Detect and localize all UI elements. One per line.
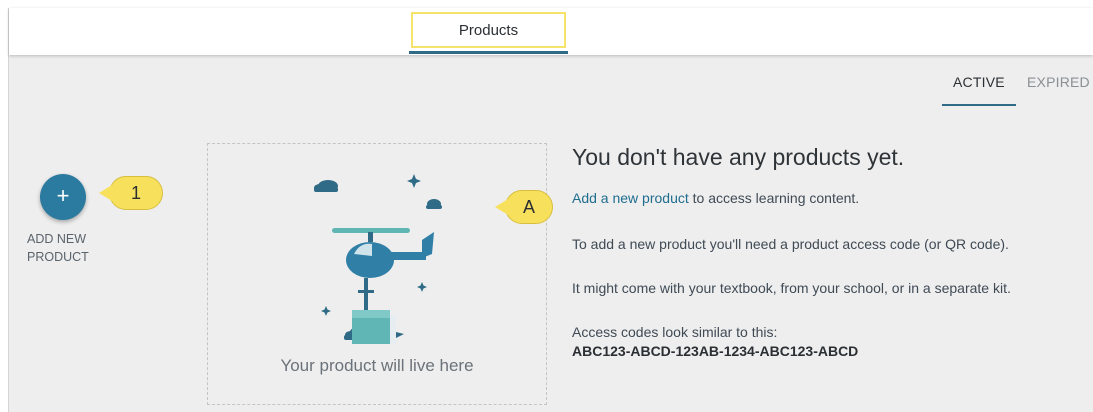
callout-1-text: 1 [130,182,141,203]
link-suffix-text: to access learning content. [688,190,860,206]
add-new-product-label[interactable]: ADD NEW PRODUCT [27,230,97,266]
add-new-product-button[interactable]: + [40,174,86,220]
placeholder-caption: Your product will live here [280,356,474,375]
add-new-product-link[interactable]: Add a new product [572,190,689,206]
tab-products-underline [409,51,568,54]
access-code-label: Access codes look similar to this: [572,324,778,340]
empty-state-title: You don't have any products yet. [572,144,905,170]
product-placeholder: Your product will live here [207,143,547,405]
helicopter-illustration [314,174,442,344]
top-bar: Products [9,8,1093,55]
callout-marker-1: 1 [99,176,163,210]
callout-a-text: A [522,196,535,217]
callout-marker-a: A [495,190,553,224]
tab-products[interactable]: Products [411,12,566,48]
plus-icon: + [56,183,70,208]
empty-state-line-1: Add a new product to access learning con… [572,190,859,206]
tab-products-label: Products [458,21,519,39]
access-code-sample: ABC123-ABCD-123AB-1234-ABC123-ABCD [572,343,859,359]
add-label-line2: PRODUCT [27,250,89,264]
filter-expired-tab[interactable]: EXPIRED [1027,74,1090,90]
empty-state-line-2: To add a new product you'll need a produ… [572,236,1009,252]
main-frame: Products ACTIVE EXPIRED + ADD NEW PRODUC… [8,8,1093,412]
active-tab-underline [942,104,1016,106]
add-label-line1: ADD NEW [27,232,87,246]
empty-state-line-3: It might come with your textbook, from y… [572,280,1011,296]
filter-active-tab[interactable]: ACTIVE [953,74,1005,90]
